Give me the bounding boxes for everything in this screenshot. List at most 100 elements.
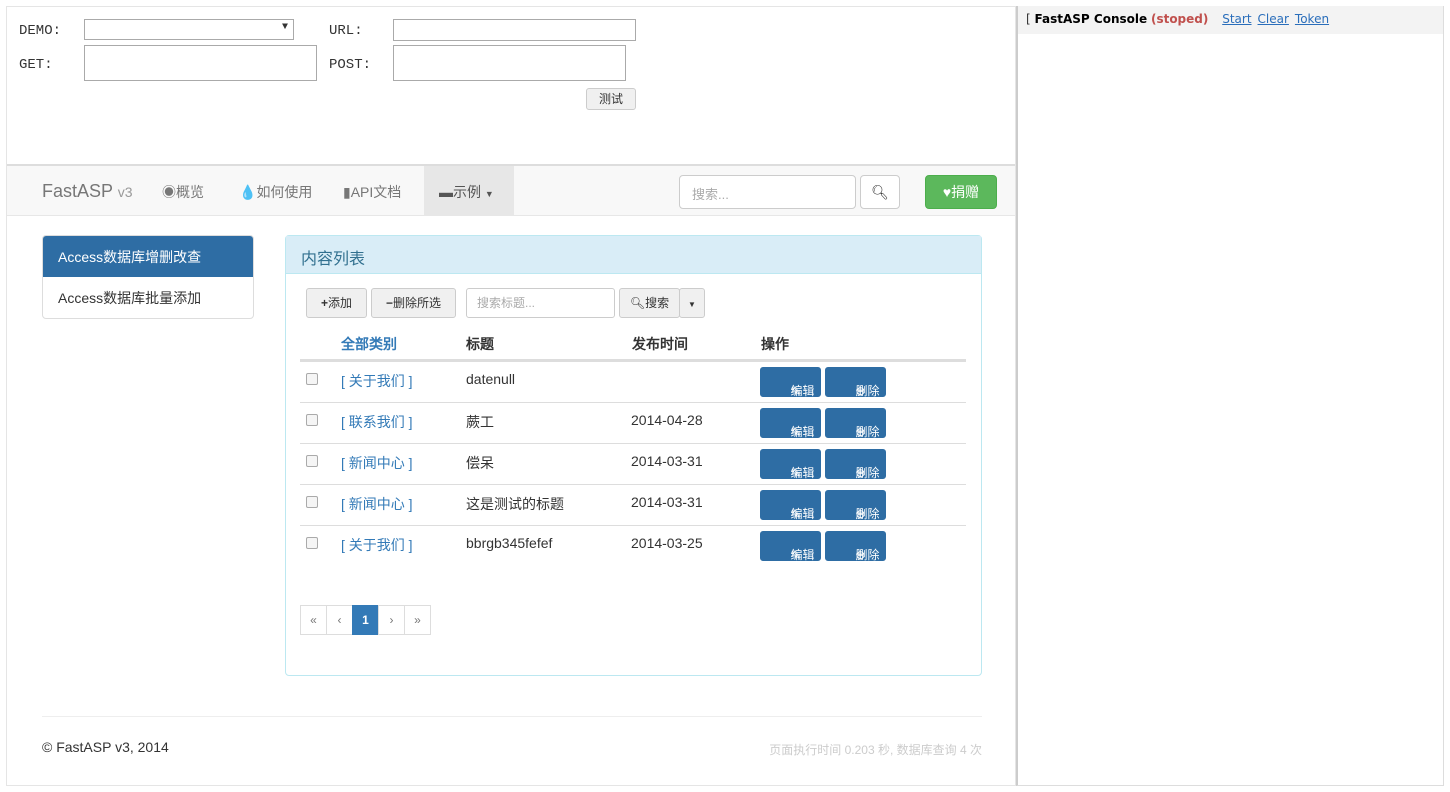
search-dropdown-toggle[interactable]: ▼ (679, 288, 705, 318)
nav-label: API文档 (350, 184, 402, 200)
header-date: 发布时间 (632, 336, 688, 352)
minus-icon: − (385, 296, 393, 310)
edit-button[interactable]: ✎ 编辑 (760, 449, 821, 480)
nav-api-docs[interactable]: ▮API文档 (343, 182, 401, 202)
delete-selected-label: 删除所选 (393, 296, 442, 310)
panel-title: 内容列表 (286, 236, 981, 274)
nav-overview[interactable]: ◉概览 (162, 182, 204, 202)
edit-button[interactable]: ✎ 编辑 (760, 367, 821, 398)
delete-button[interactable]: ⊖ 删除 (825, 367, 886, 398)
nav-label: 概览 (176, 184, 204, 200)
row-date: 2014-03-25 (631, 535, 703, 551)
page-1[interactable]: 1 (352, 605, 379, 635)
header-title: 标题 (466, 336, 494, 352)
header-actions: 操作 (761, 336, 789, 352)
console-clear-link[interactable]: Clear (1258, 12, 1289, 26)
row-category[interactable]: [ 联系我们 ] (341, 412, 413, 432)
eye-icon: ◉ (162, 184, 176, 200)
edit-button[interactable]: ✎ 编辑 (760, 490, 821, 521)
get-label: GET: (19, 57, 53, 73)
page-last[interactable]: » (404, 605, 431, 635)
delete-button[interactable]: ⊖ 删除 (825, 490, 886, 521)
row-date: 2014-03-31 (631, 453, 703, 469)
delete-label: 删除 (855, 548, 880, 562)
edit-button[interactable]: ✎ 编辑 (760, 408, 821, 439)
test-button[interactable]: 测试 (586, 88, 636, 110)
console-status: (stoped) (1150, 12, 1209, 26)
row-title: bbrgb345fefef (466, 535, 553, 551)
delete-button[interactable]: ⊖ 删除 (825, 408, 886, 439)
page-first[interactable]: « (300, 605, 327, 635)
delete-button[interactable]: ⊖ 删除 (825, 531, 886, 562)
brand-name: FastASP (42, 181, 113, 201)
search-label: 搜索 (645, 296, 670, 310)
table-row: [ 关于我们 ] bbrgb345fefef 2014-03-25 ✎ 编辑 ⊖ 删… (300, 525, 966, 566)
edit-label: 编辑 (790, 466, 815, 480)
table-row: [ 新闻中心 ] 偿呆 2014-03-31 ✎ 编辑 ⊖ 删除 (300, 443, 966, 484)
get-textarea[interactable] (84, 45, 317, 81)
table-row: [ 关于我们 ] datenull ✎ 编辑 ⊖ 删除 (300, 361, 966, 402)
nav-label: 示例 (453, 184, 481, 200)
nav-search-button[interactable]: 🔍︎ (860, 175, 900, 209)
url-input[interactable] (393, 19, 636, 41)
donate-button[interactable]: ♥捐赠 (925, 175, 997, 209)
delete-button[interactable]: ⊖ 删除 (825, 449, 886, 480)
book-icon: ▮ (343, 184, 351, 200)
header-category[interactable]: 全部类别 (341, 334, 397, 354)
nav-search-input[interactable]: 搜索... (679, 175, 856, 209)
sidebar-item-batch-add[interactable]: Access数据库批量添加 (43, 277, 253, 318)
row-title: 偿呆 (466, 455, 494, 471)
row-category[interactable]: [ 新闻中心 ] (341, 494, 413, 514)
brand-version: v3 (117, 184, 133, 200)
edit-label: 编辑 (790, 425, 815, 439)
edit-label: 编辑 (790, 548, 815, 562)
console-start-link[interactable]: Start (1222, 12, 1251, 26)
row-checkbox[interactable] (306, 455, 318, 467)
console-panel: [ FastASP Console (stoped) Start Clear Tok… (1016, 6, 1444, 786)
edit-label: 编辑 (790, 507, 815, 521)
row-checkbox[interactable] (306, 373, 318, 385)
copyright: © FastASP v3, 2014 (42, 739, 169, 755)
add-label: 添加 (328, 296, 353, 310)
row-category[interactable]: [ 关于我们 ] (341, 371, 413, 391)
delete-selected-button[interactable]: −删除所选 (371, 288, 456, 318)
edit-button[interactable]: ✎ 编辑 (760, 531, 821, 562)
row-title: 蕨工 (466, 414, 494, 430)
pagination: « ‹ 1 › » (300, 605, 431, 635)
footer: © FastASP v3, 2014 页面执行时间 0.203 秒, 数据库查询… (42, 716, 982, 757)
console-toolbar: [ FastASP Console (stoped) Start Clear Tok… (1018, 6, 1443, 34)
row-title: 这是测试的标题 (466, 496, 564, 512)
search-button[interactable]: 🔍︎搜索 (619, 288, 680, 318)
row-date: 2014-03-31 (631, 494, 703, 510)
plus-icon: + (320, 296, 328, 310)
row-category[interactable]: [ 新闻中心 ] (341, 453, 413, 473)
table-row: [ 联系我们 ] 蕨工 2014-04-28 ✎ 编辑 ⊖ 删除 (300, 402, 966, 443)
row-checkbox[interactable] (306, 496, 318, 508)
add-button[interactable]: +添加 (306, 288, 367, 318)
brand[interactable]: FastASP v3 (42, 181, 133, 202)
title-search-input[interactable]: 搜索标题... (466, 288, 615, 318)
console-token-link[interactable]: Token (1295, 12, 1329, 26)
search-icon: 🔍︎ (871, 184, 889, 200)
row-category[interactable]: [ 关于我们 ] (341, 535, 413, 555)
demo-select[interactable]: ▼ (84, 19, 294, 40)
row-date: 2014-04-28 (631, 412, 703, 428)
delete-label: 删除 (855, 384, 880, 398)
main-frame: DEMO: ▼ URL: GET: POST: 测试 FastASP v3 ◉概… (6, 6, 1016, 786)
console-title: FastASP Console (1034, 12, 1148, 26)
table-row: [ 新闻中心 ] 这是测试的标题 2014-03-31 ✎ 编辑 ⊖ 删除 (300, 484, 966, 525)
nav-examples[interactable]: ▬示例 ▼ (439, 182, 494, 202)
nav-how-to-use[interactable]: 💧如何使用 (239, 182, 312, 202)
sidebar-item-crud[interactable]: Access数据库增删改查 (43, 236, 253, 277)
post-label: POST: (329, 57, 372, 73)
execution-stats: 页面执行时间 0.203 秒, 数据库查询 4 次 (769, 743, 982, 757)
edit-label: 编辑 (790, 384, 815, 398)
delete-label: 删除 (855, 425, 880, 439)
page-next[interactable]: › (378, 605, 405, 635)
page-prev[interactable]: ‹ (326, 605, 353, 635)
sidebar: Access数据库增删改查 Access数据库批量添加 (42, 235, 254, 319)
demo-label: DEMO: (19, 23, 62, 39)
post-textarea[interactable] (393, 45, 626, 81)
row-checkbox[interactable] (306, 414, 318, 426)
row-checkbox[interactable] (306, 537, 318, 549)
